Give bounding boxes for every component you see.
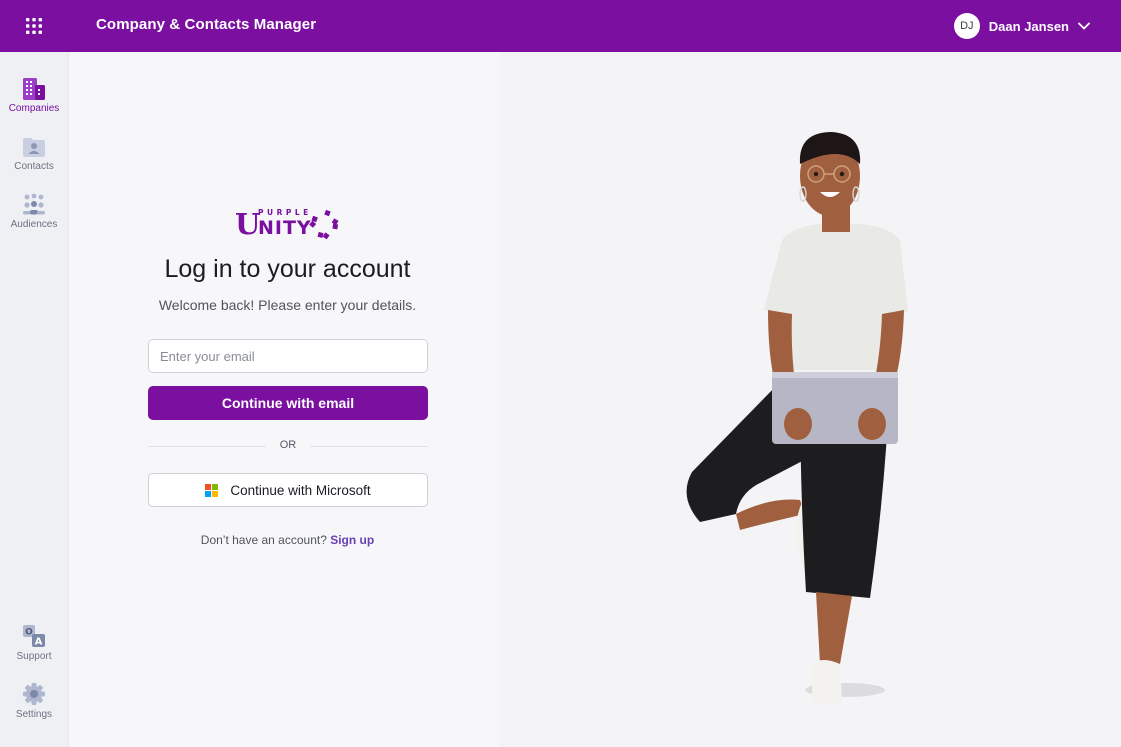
or-label: OR	[279, 439, 297, 451]
user-name: Daan Jansen	[988, 18, 1069, 34]
login-subheading: Welcome back! Please enter your details.	[158, 297, 417, 313]
sidebar-item-label: Companies	[8, 103, 60, 114]
login-panel: U PURPLE NITY Log in to your account Wel…	[69, 52, 500, 747]
continue-with-email-button[interactable]: Continue with email	[148, 386, 428, 420]
sidebar-item-settings[interactable]: Settings	[0, 681, 68, 720]
divider-line	[310, 446, 428, 447]
chevron-down-icon	[1078, 22, 1090, 30]
sidebar-item-support[interactable]: O A Support	[0, 623, 68, 662]
sidebar-item-label: Support	[16, 651, 52, 662]
sign-up-link[interactable]: Sign up	[330, 533, 374, 547]
app-title: Company & Contacts Manager	[96, 16, 317, 33]
login-heading: Log in to your account	[164, 255, 411, 283]
gear-icon	[23, 683, 45, 705]
building-icon	[23, 78, 45, 100]
or-divider: OR	[148, 438, 428, 454]
top-bar: Company & Contacts Manager DJ Daan Janse…	[0, 0, 1121, 52]
illustration-panel	[500, 52, 1121, 747]
sidebar-item-label: Audiences	[10, 219, 58, 230]
avatar: DJ	[953, 13, 980, 39]
svg-text:O: O	[25, 628, 33, 638]
translate-icon: O A	[23, 625, 45, 648]
signup-row: Don’t have an account? Sign up	[69, 533, 506, 547]
sidebar-item-audiences[interactable]: Audiences	[0, 193, 68, 230]
app-launcher-icon[interactable]	[24, 16, 44, 36]
email-field[interactable]	[148, 339, 428, 373]
person-illustration	[686, 132, 908, 704]
sidebar-item-contacts[interactable]: Contacts	[0, 135, 68, 172]
contact-card-icon	[23, 138, 45, 157]
svg-text:A: A	[35, 637, 43, 648]
sidebar-item-label: Contacts	[14, 161, 54, 172]
svg-text:U: U	[235, 207, 260, 240]
signup-prompt: Don’t have an account?	[200, 533, 327, 547]
svg-text:NITY: NITY	[258, 217, 312, 239]
sidebar-item-label: Settings	[15, 709, 53, 720]
microsoft-button-label: Continue with Microsoft	[230, 482, 371, 498]
user-menu[interactable]: DJ Daan Jansen	[953, 13, 1091, 39]
microsoft-logo-icon	[205, 483, 219, 497]
continue-with-microsoft-button[interactable]: Continue with Microsoft	[148, 473, 428, 507]
sidebar-item-companies[interactable]: Companies	[0, 77, 68, 114]
sidebar: Companies Contacts Audiences O A Support…	[0, 52, 69, 747]
purple-unity-logo: U PURPLE NITY	[235, 206, 341, 241]
logo-small-text: PURPLE	[258, 208, 312, 217]
audience-icon	[23, 193, 45, 215]
